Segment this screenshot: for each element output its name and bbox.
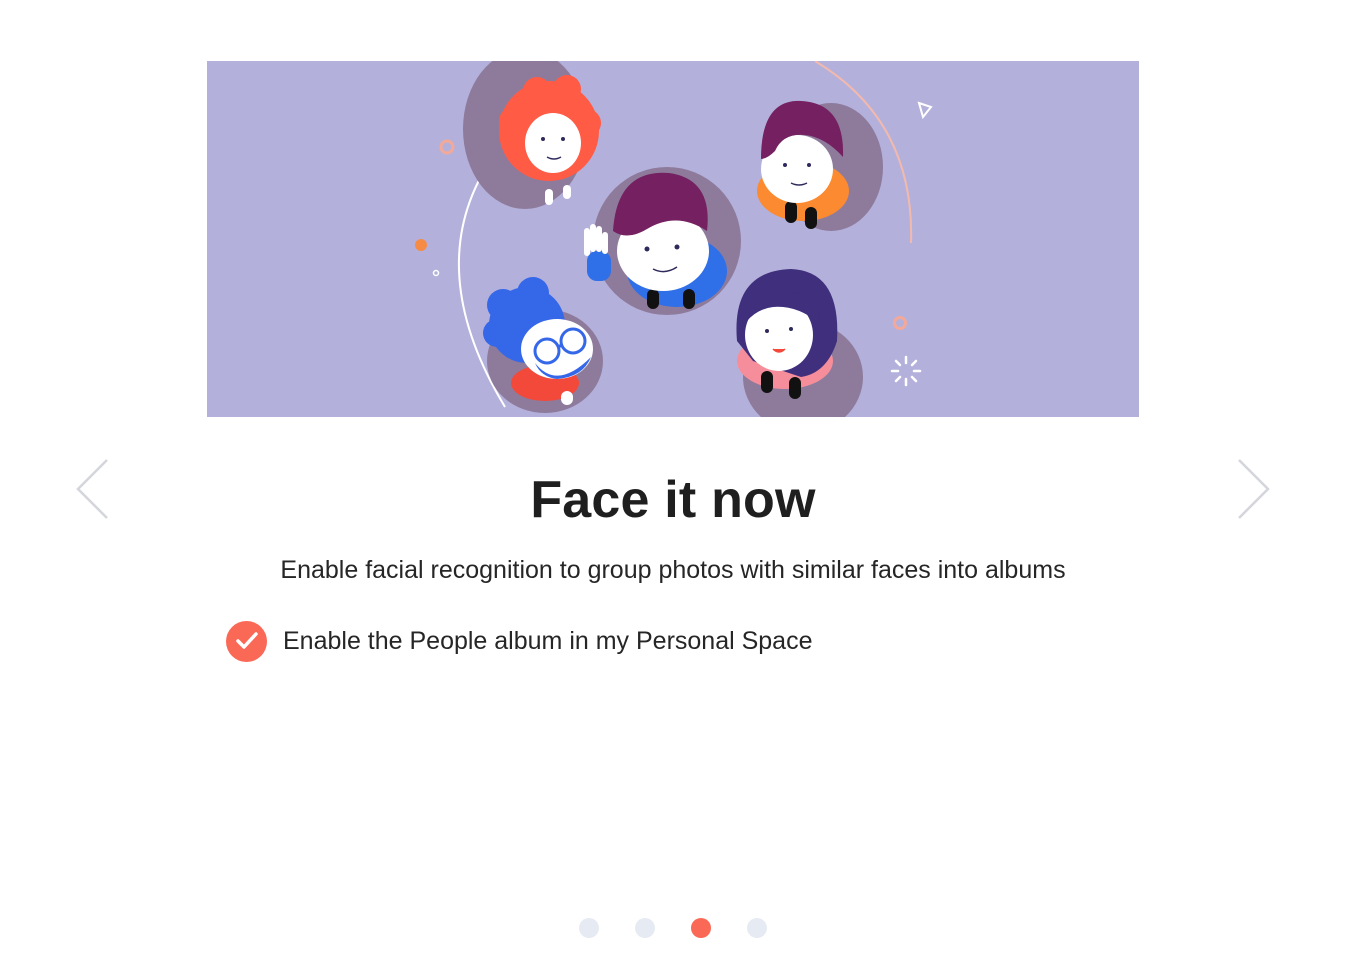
slide-title: Face it now — [530, 471, 816, 529]
checkmark-icon — [235, 632, 258, 649]
checkbox-checked[interactable] — [226, 620, 267, 662]
illustration-banner — [207, 61, 1139, 417]
people-illustration — [415, 61, 933, 417]
slide-description: Enable facial recognition to group photo… — [280, 556, 1066, 584]
page-dot-1[interactable] — [579, 918, 599, 938]
people-album-checkbox-label[interactable]: Enable the People album in my Personal S… — [283, 627, 813, 656]
people-album-checkbox[interactable]: Enable the People album in my Personal S… — [226, 620, 813, 662]
pagination-dots — [579, 918, 767, 938]
page-dot-2[interactable] — [635, 918, 655, 938]
onboarding-dialog: Face it now Enable facial recognition to… — [0, 0, 1346, 978]
page-dot-4[interactable] — [747, 918, 767, 938]
page-dot-3-active[interactable] — [691, 918, 711, 938]
